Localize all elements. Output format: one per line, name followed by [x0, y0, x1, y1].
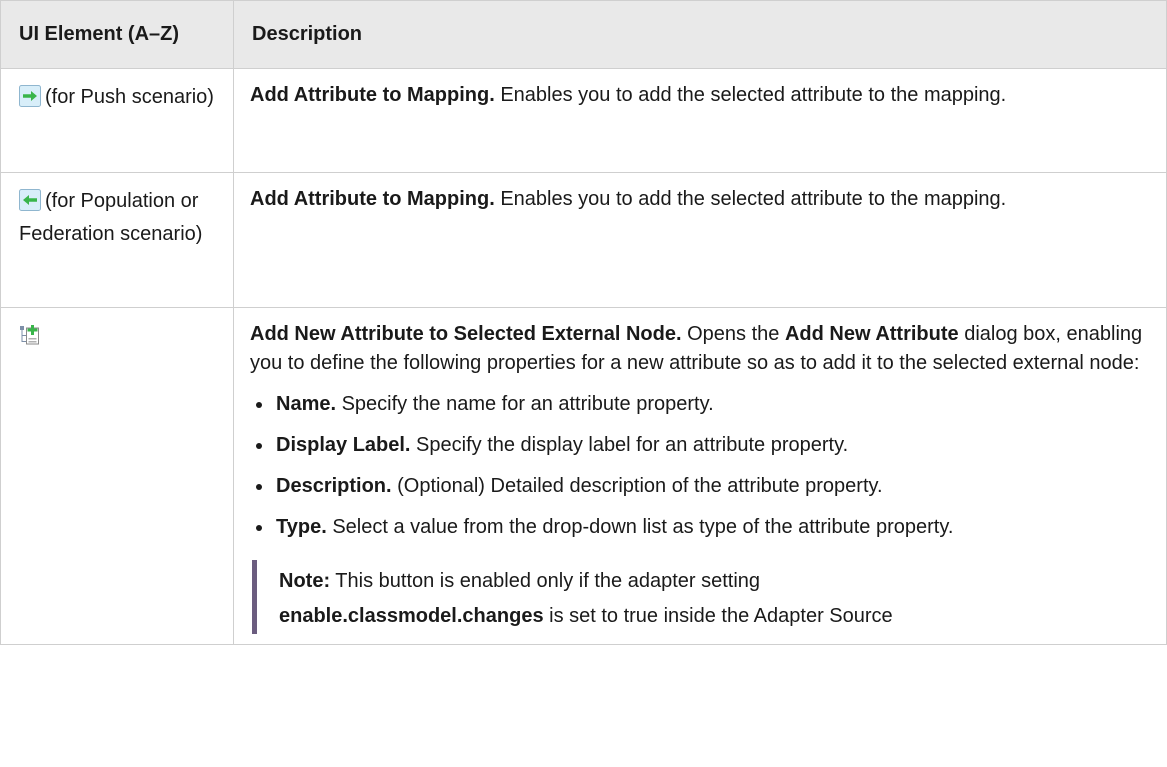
- table-row: (for Push scenario) Add Attribute to Map…: [0, 68, 1167, 173]
- property-text: Specify the display label for an attribu…: [410, 434, 849, 456]
- item-title: Add Attribute to Mapping.: [250, 84, 495, 106]
- item-text: Opens the: [681, 323, 785, 345]
- ui-element-label: (for Push scenario): [45, 86, 214, 108]
- ui-element-cell: (for Population or Federation scenario): [0, 172, 234, 308]
- column-header-description: Description: [233, 0, 1167, 69]
- description-cell: Add Attribute to Mapping. Enables you to…: [233, 68, 1167, 173]
- list-item: Display Label. Specify the display label…: [250, 431, 1150, 460]
- column-header-ui-element: UI Element (A–Z): [0, 0, 234, 69]
- add-attribute-node-icon: [19, 324, 41, 346]
- ui-elements-table: UI Element (A–Z) Description (for Push s…: [0, 0, 1167, 645]
- dialog-name: Add New Attribute: [784, 323, 959, 345]
- property-text: (Optional) Detailed description of the a…: [391, 475, 883, 497]
- table-row: (for Population or Federation scenario) …: [0, 172, 1167, 308]
- item-text: Enables you to add the selected attribut…: [494, 188, 1007, 210]
- table-header-row: UI Element (A–Z) Description: [0, 0, 1167, 69]
- bullet-icon: [256, 525, 262, 531]
- bullet-icon: [256, 443, 262, 449]
- item-text: Enables you to add the selected attribut…: [494, 84, 1007, 106]
- note-text: This button is enabled only if the adapt…: [330, 570, 761, 592]
- description-cell: Add New Attribute to Selected External N…: [233, 307, 1167, 645]
- item-title: Add Attribute to Mapping.: [250, 188, 495, 210]
- property-name: Name.: [276, 393, 337, 415]
- property-list: Name. Specify the name for an attribute …: [250, 390, 1150, 542]
- item-title: Add New Attribute to Selected External N…: [250, 323, 682, 345]
- property-name: Description.: [276, 475, 392, 497]
- list-item: Name. Specify the name for an attribute …: [250, 390, 1150, 419]
- table-row: Add New Attribute to Selected External N…: [0, 307, 1167, 645]
- property-name: Type.: [276, 516, 327, 538]
- arrow-right-icon: [19, 85, 41, 107]
- ui-element-label: (for Population or Federation scenario): [19, 190, 203, 245]
- property-text: Select a value from the drop-down list a…: [326, 516, 954, 538]
- ui-element-cell: [0, 307, 234, 645]
- description-cell: Add Attribute to Mapping. Enables you to…: [233, 172, 1167, 308]
- bullet-icon: [256, 402, 262, 408]
- ui-element-cell: (for Push scenario): [0, 68, 234, 173]
- arrow-left-icon: [19, 189, 41, 211]
- note-label: Note:: [279, 570, 331, 592]
- note-text: is set to true inside the Adapter Source: [543, 605, 893, 627]
- bullet-icon: [256, 484, 262, 490]
- list-item: Description. (Optional) Detailed descrip…: [250, 472, 1150, 501]
- list-item: Type. Select a value from the drop-down …: [250, 513, 1150, 542]
- property-name: Display Label.: [276, 434, 411, 456]
- property-text: Specify the name for an attribute proper…: [336, 393, 714, 415]
- setting-name: enable.classmodel.changes: [279, 605, 544, 627]
- note-box: Note: This button is enabled only if the…: [252, 560, 1150, 634]
